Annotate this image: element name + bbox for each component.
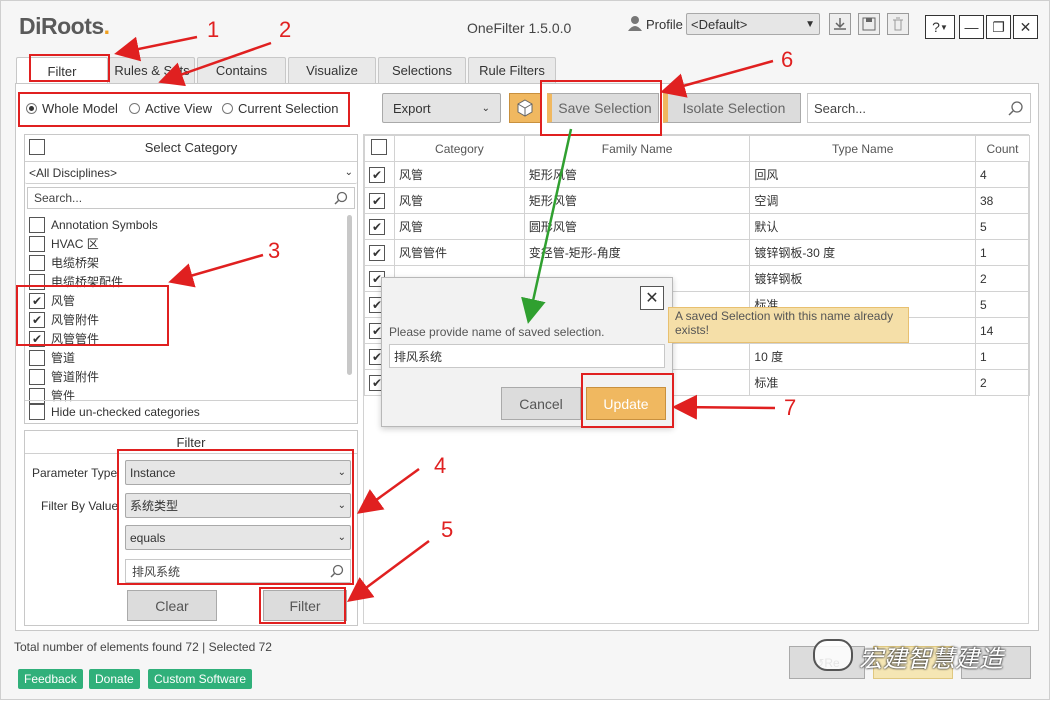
annotation-arrows <box>114 35 776 602</box>
app-window: DiRoots. OneFilter 1.5.0.0 Profile <Defa… <box>0 0 1050 700</box>
